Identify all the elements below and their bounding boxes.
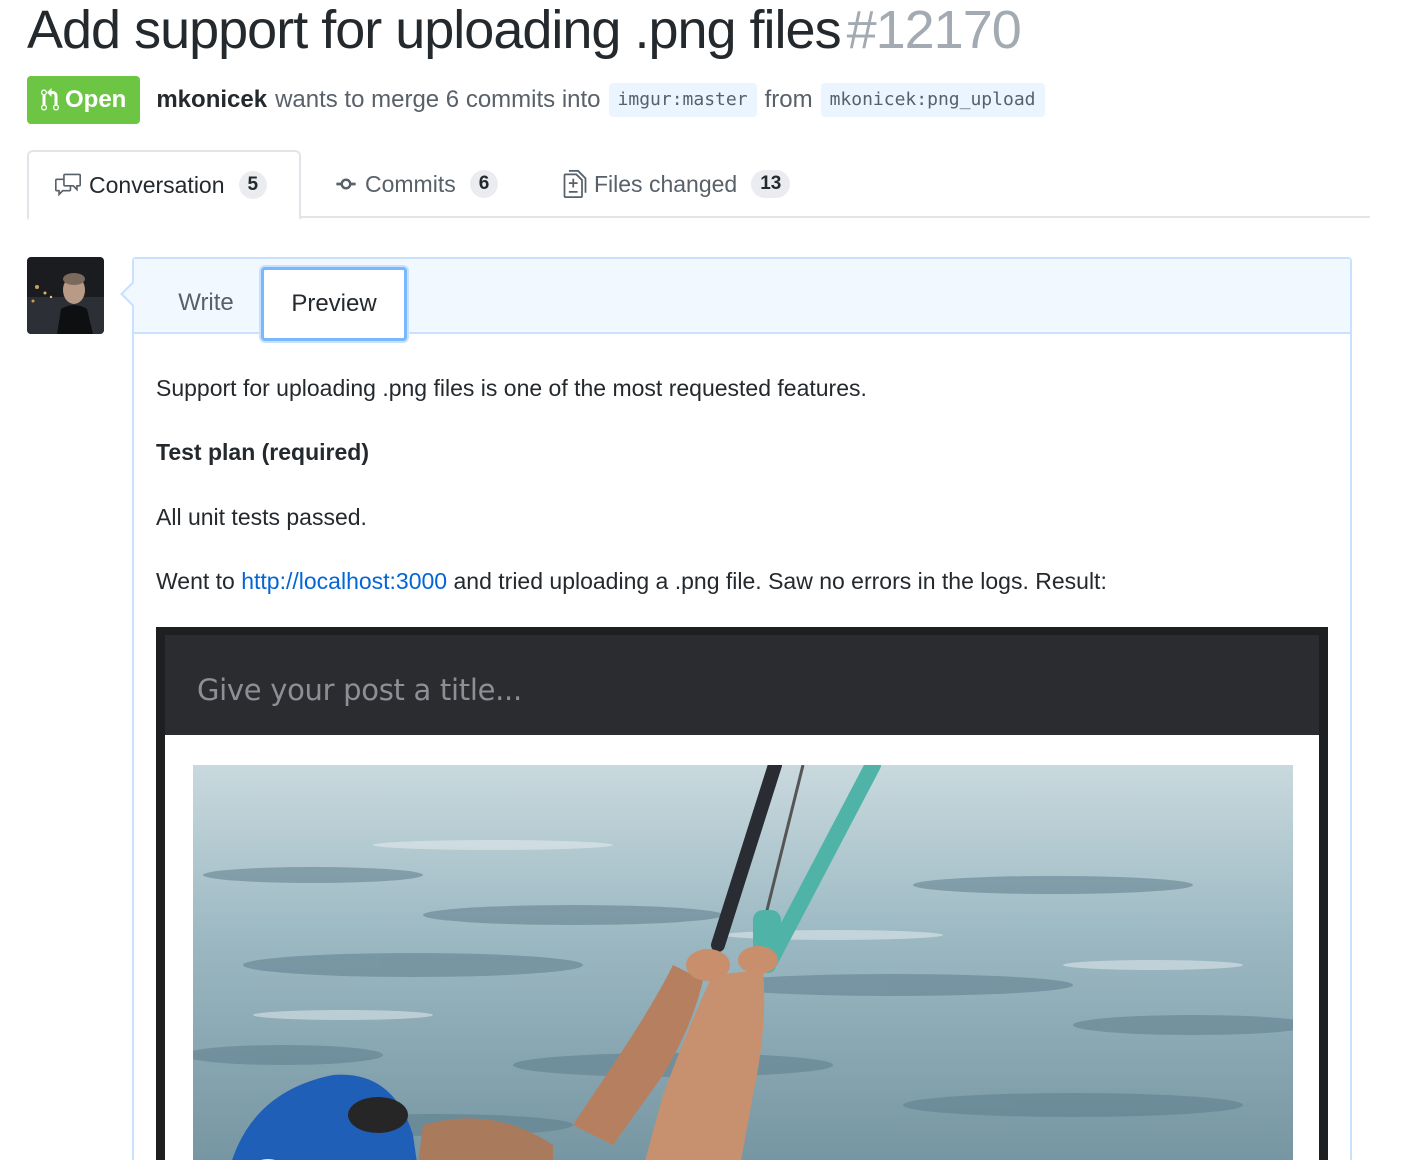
pr-tabs: Conversation 5 Commits 6 Files changed 1… xyxy=(27,150,1370,220)
from-text: from xyxy=(764,86,813,113)
base-repo: imgur xyxy=(617,89,672,110)
author-link[interactable]: mkonicek xyxy=(156,86,267,114)
comment-caret-inner xyxy=(123,283,134,305)
avatar[interactable] xyxy=(27,257,104,334)
pull-request-page: Add support for uploading .png files #121… xyxy=(0,0,1402,1160)
pr-title-text: Add support for uploading .png files xyxy=(27,0,842,60)
state-badge: Open xyxy=(27,76,141,124)
tab-files-changed[interactable]: Files changed 13 xyxy=(562,150,791,218)
paragraph-result: Went to http://localhost:3000 and tried … xyxy=(156,566,1107,596)
pr-meta: Open mkonicek wants to merge 6 commits i… xyxy=(27,76,1053,124)
preview-tab[interactable]: Preview xyxy=(261,267,407,341)
tab-conversation-count: 5 xyxy=(238,171,268,199)
comment-discussion-icon xyxy=(55,173,81,197)
head-branch-name: png_upload xyxy=(927,89,1036,110)
git-commit-icon xyxy=(336,178,356,190)
result-text-after: and tried uploading a .png file. Saw no … xyxy=(453,568,1107,594)
result-text-before: Went to xyxy=(156,568,235,594)
paragraph-test-plan-heading: Test plan (required) xyxy=(156,439,369,465)
screenshot-card xyxy=(165,735,1319,1160)
localhost-link[interactable]: http://localhost:3000 xyxy=(241,568,447,594)
tab-files-changed-label: Files changed xyxy=(594,170,738,197)
state-label: Open xyxy=(65,86,127,113)
merge-description: mkonicek wants to merge 6 commits into i… xyxy=(156,83,1052,117)
screenshot-title-bar: Give your post a title... xyxy=(165,635,1319,735)
result-screenshot: Give your post a title... xyxy=(156,627,1328,1160)
head-branch[interactable]: mkonicek:png_upload xyxy=(820,83,1045,117)
write-tab[interactable]: Write xyxy=(154,267,258,339)
tab-commits-count: 6 xyxy=(469,170,499,198)
head-repo: mkonicek xyxy=(829,89,917,110)
base-branch-name: master xyxy=(682,89,748,110)
tab-conversation-label: Conversation xyxy=(89,171,225,198)
base-branch[interactable]: imgur:master xyxy=(608,83,757,117)
page-title: Add support for uploading .png files #121… xyxy=(27,0,1022,62)
uploaded-photo xyxy=(193,765,1293,1160)
file-diff-icon xyxy=(563,170,587,198)
git-pull-request-icon xyxy=(41,88,59,111)
tab-commits[interactable]: Commits 6 xyxy=(333,150,499,218)
tab-files-changed-count: 13 xyxy=(751,170,791,198)
pr-number: #12170 xyxy=(846,0,1022,60)
tab-conversation[interactable]: Conversation 5 xyxy=(27,150,301,220)
paragraph-intro: Support for uploading .png files is one … xyxy=(156,375,867,401)
tab-commits-label: Commits xyxy=(365,170,456,197)
paragraph-unit-tests: All unit tests passed. xyxy=(156,504,367,530)
comment-box: Write Preview Support for uploading .png… xyxy=(120,257,1352,1160)
merge-text: wants to merge 6 commits into xyxy=(275,86,601,113)
comment-tabs: Write Preview xyxy=(134,259,1350,341)
post-title-placeholder: Give your post a title... xyxy=(197,673,522,707)
